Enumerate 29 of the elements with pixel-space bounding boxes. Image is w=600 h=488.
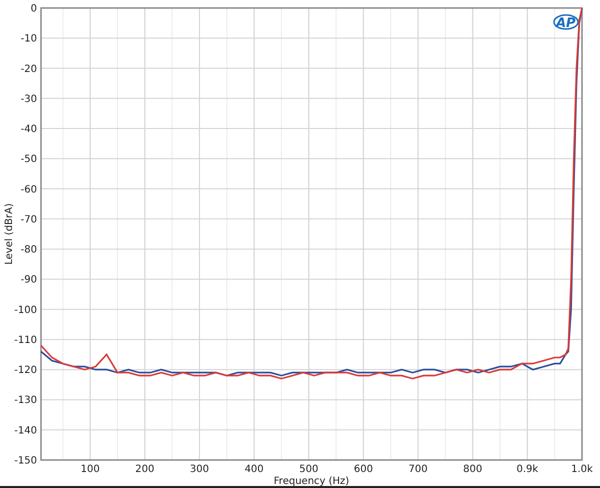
axis-title: Frequency (Hz) xyxy=(274,476,350,487)
tick-label: -130 xyxy=(14,395,37,406)
tick-label: -120 xyxy=(14,365,37,376)
tick-label: 200 xyxy=(135,464,154,475)
tick-label: -20 xyxy=(20,64,37,75)
tick-label: 600 xyxy=(354,464,373,475)
tick-label: -150 xyxy=(14,456,37,466)
tick-label: -70 xyxy=(20,214,37,226)
logo: AP xyxy=(553,14,579,31)
tick-label: 100 xyxy=(80,464,100,475)
tick-label: -10 xyxy=(20,34,37,45)
tick-label: -100 xyxy=(14,304,37,316)
tick-label: 1.0k xyxy=(571,464,593,475)
tick-label: 500 xyxy=(299,464,318,475)
tick-label: 800 xyxy=(463,464,482,475)
tick-label: 700 xyxy=(408,464,428,475)
tick-label: -50 xyxy=(20,154,37,166)
tick-label: 400 xyxy=(244,464,264,475)
tick-label: -110 xyxy=(14,334,37,346)
tick-label: -80 xyxy=(20,244,37,256)
tick-label: -140 xyxy=(14,425,37,436)
tick-label: 0 xyxy=(30,4,37,14)
tick-label: 300 xyxy=(190,464,210,475)
tick-label: -40 xyxy=(20,124,37,136)
tick-label: -30 xyxy=(20,94,37,105)
tick-label: -90 xyxy=(20,274,37,286)
tick-label: -60 xyxy=(20,184,37,196)
tick-label: 0.9k xyxy=(516,464,538,475)
axis-title: Level (dBrA) xyxy=(4,203,15,265)
